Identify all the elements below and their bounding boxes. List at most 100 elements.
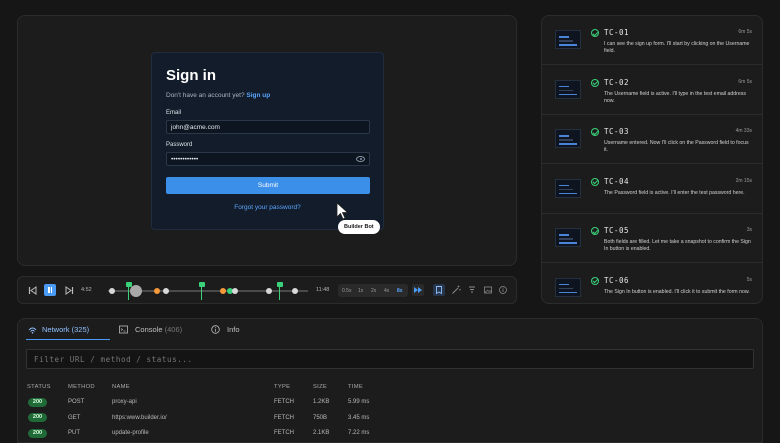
timeline-flag[interactable] (276, 282, 283, 300)
network-icon (28, 327, 37, 334)
test-case-id: TC-06 (604, 275, 630, 285)
test-case-thumbnail (555, 129, 581, 148)
tab-info-label: Info (227, 325, 240, 334)
column-header-method[interactable]: METHOD (68, 384, 95, 390)
status-badge: 200 (28, 413, 47, 422)
timeline-marker[interactable] (232, 288, 238, 294)
column-header-type[interactable]: TYPE (274, 384, 290, 390)
test-case-item[interactable]: TC-05 3s Both fields are filled. Let me ta… (542, 214, 762, 263)
timeline-marker[interactable] (292, 288, 298, 294)
tab-info[interactable]: Info (211, 319, 251, 340)
test-case-thumbnail (555, 178, 581, 198)
test-case-description: Both fields are filled. Let me take a sn… (604, 239, 751, 252)
test-case-description: I can see the sign up form. I'll start b… (604, 41, 750, 54)
tab-network-text: Network (42, 325, 70, 334)
test-case-item[interactable]: TC-06 5s The Sign In button is enabled. I'… (542, 264, 762, 304)
table-row[interactable]: 200 POST proxy-api FETCH 1.2KB 5.99 ms (18, 396, 762, 411)
password-field[interactable]: •••••••••••• (166, 152, 370, 166)
info-icon[interactable] (497, 284, 509, 296)
type-cell: FETCH (274, 430, 294, 436)
test-case-thumbnail (555, 228, 581, 247)
magic-icon[interactable] (450, 284, 462, 296)
cursor-icon (336, 202, 349, 220)
check-circle-icon (591, 78, 599, 87)
tab-network[interactable]: Network (325) (26, 319, 110, 340)
tab-console[interactable]: Console (406) (119, 319, 199, 340)
bookmark-icon[interactable] (433, 284, 445, 296)
timeline-marker[interactable] (163, 288, 169, 294)
table-row[interactable]: 200 PUT update-profile FETCH 2.1KB 7.22 ms (18, 427, 762, 442)
filter-input[interactable]: Filter URL / method / status... (26, 349, 754, 369)
type-cell: FETCH (274, 399, 294, 405)
check-circle-icon (591, 29, 599, 37)
signup-line: Don't have an account yet? Sign up (166, 92, 270, 99)
skip-forward-icon[interactable] (64, 285, 75, 296)
size-cell: 750B (313, 414, 328, 421)
info-icon (211, 325, 220, 334)
playback-bar: 4:52 11:48 0.5x 1x 2x 4x 8x (17, 276, 517, 304)
check-circle-icon (591, 177, 599, 186)
tab-console-count: (406) (164, 325, 183, 334)
type-cell: FETCH (274, 414, 294, 421)
speed-0-5x[interactable]: 0.5x (342, 286, 351, 296)
timeline-marker[interactable] (154, 288, 160, 294)
check-circle-icon (591, 227, 599, 235)
name-cell: https:www.builder.io/ (112, 414, 167, 421)
timeline-flag[interactable] (198, 282, 205, 300)
speed-1x[interactable]: 1x (358, 286, 363, 296)
signup-link[interactable]: Sign up (246, 92, 270, 99)
column-header-name[interactable]: NAME (112, 384, 130, 390)
submit-button[interactable]: Submit (166, 177, 370, 194)
signup-prompt: Don't have an account yet? (166, 92, 245, 99)
test-case-thumbnail (555, 277, 581, 297)
tab-console-label: Console (406) (135, 319, 182, 340)
time-cell: 3.45 ms (348, 414, 370, 421)
total-time: 11:48 (316, 287, 330, 293)
method-cell: POST (68, 399, 85, 405)
speed-2x[interactable]: 2x (371, 286, 376, 296)
password-value: •••••••••••• (171, 156, 199, 163)
tab-network-count: (325) (71, 325, 90, 334)
column-header-status[interactable]: STATUS (27, 384, 51, 390)
skip-back-icon[interactable] (27, 285, 38, 296)
app-preview: Sign in Don't have an account yet? Sign … (17, 15, 517, 266)
test-case-list: TC-01 6m 5s I can see the sign up form. I'… (541, 15, 763, 304)
signin-title: Sign in (166, 67, 216, 84)
test-case-thumbnail (555, 30, 581, 49)
email-label: Email (166, 110, 182, 116)
timeline-marker[interactable] (266, 288, 272, 294)
pause-button[interactable] (44, 284, 56, 296)
test-case-item[interactable]: TC-02 6m 5s The Username field is active. … (542, 66, 762, 115)
playhead-handle[interactable] (130, 285, 142, 297)
column-header-size[interactable]: SIZE (313, 384, 327, 390)
status-badge: 200 (28, 428, 47, 438)
timeline-marker[interactable] (220, 288, 226, 294)
eye-icon[interactable] (356, 156, 365, 162)
test-case-item[interactable]: TC-01 6m 5s I can see the sign up form. I'… (542, 16, 762, 65)
timeline-flag[interactable] (125, 282, 132, 300)
name-cell: proxy-api (112, 399, 137, 405)
name-cell: update-profile (112, 430, 149, 436)
test-case-item[interactable]: TC-04 2m 15s The Password field is active.… (542, 165, 762, 214)
speed-4x[interactable]: 4x (384, 286, 389, 296)
table-row[interactable]: 200 GET https:www.builder.io/FETCH 750B 3.45… (18, 412, 762, 427)
test-case-description: Username entered. Now I'll click on the … (604, 140, 749, 153)
speed-8x[interactable]: 8x (397, 286, 403, 296)
check-circle-icon (591, 276, 599, 285)
email-field[interactable]: john@acme.com (166, 120, 370, 134)
filter-icon[interactable] (466, 284, 478, 296)
test-case-thumbnail (555, 79, 581, 99)
test-case-description: The Sign In button is enabled. I'll clic… (604, 288, 750, 295)
timeline-marker[interactable] (109, 288, 115, 294)
test-case-id: TC-05 (604, 226, 630, 235)
fast-forward-icon[interactable] (412, 284, 424, 296)
method-cell: PUT (68, 430, 80, 436)
test-case-item[interactable]: TC-03 4m 33s Username entered. Now I'll cl… (542, 115, 762, 164)
test-case-id: TC-04 (604, 176, 630, 186)
image-icon[interactable] (482, 284, 494, 296)
test-case-duration: 6m 5s (738, 29, 752, 35)
size-cell: 2.1KB (313, 430, 330, 436)
test-case-duration: 3s (746, 227, 752, 233)
column-header-time[interactable]: TIME (348, 384, 363, 390)
time-cell: 7.22 ms (348, 430, 370, 436)
